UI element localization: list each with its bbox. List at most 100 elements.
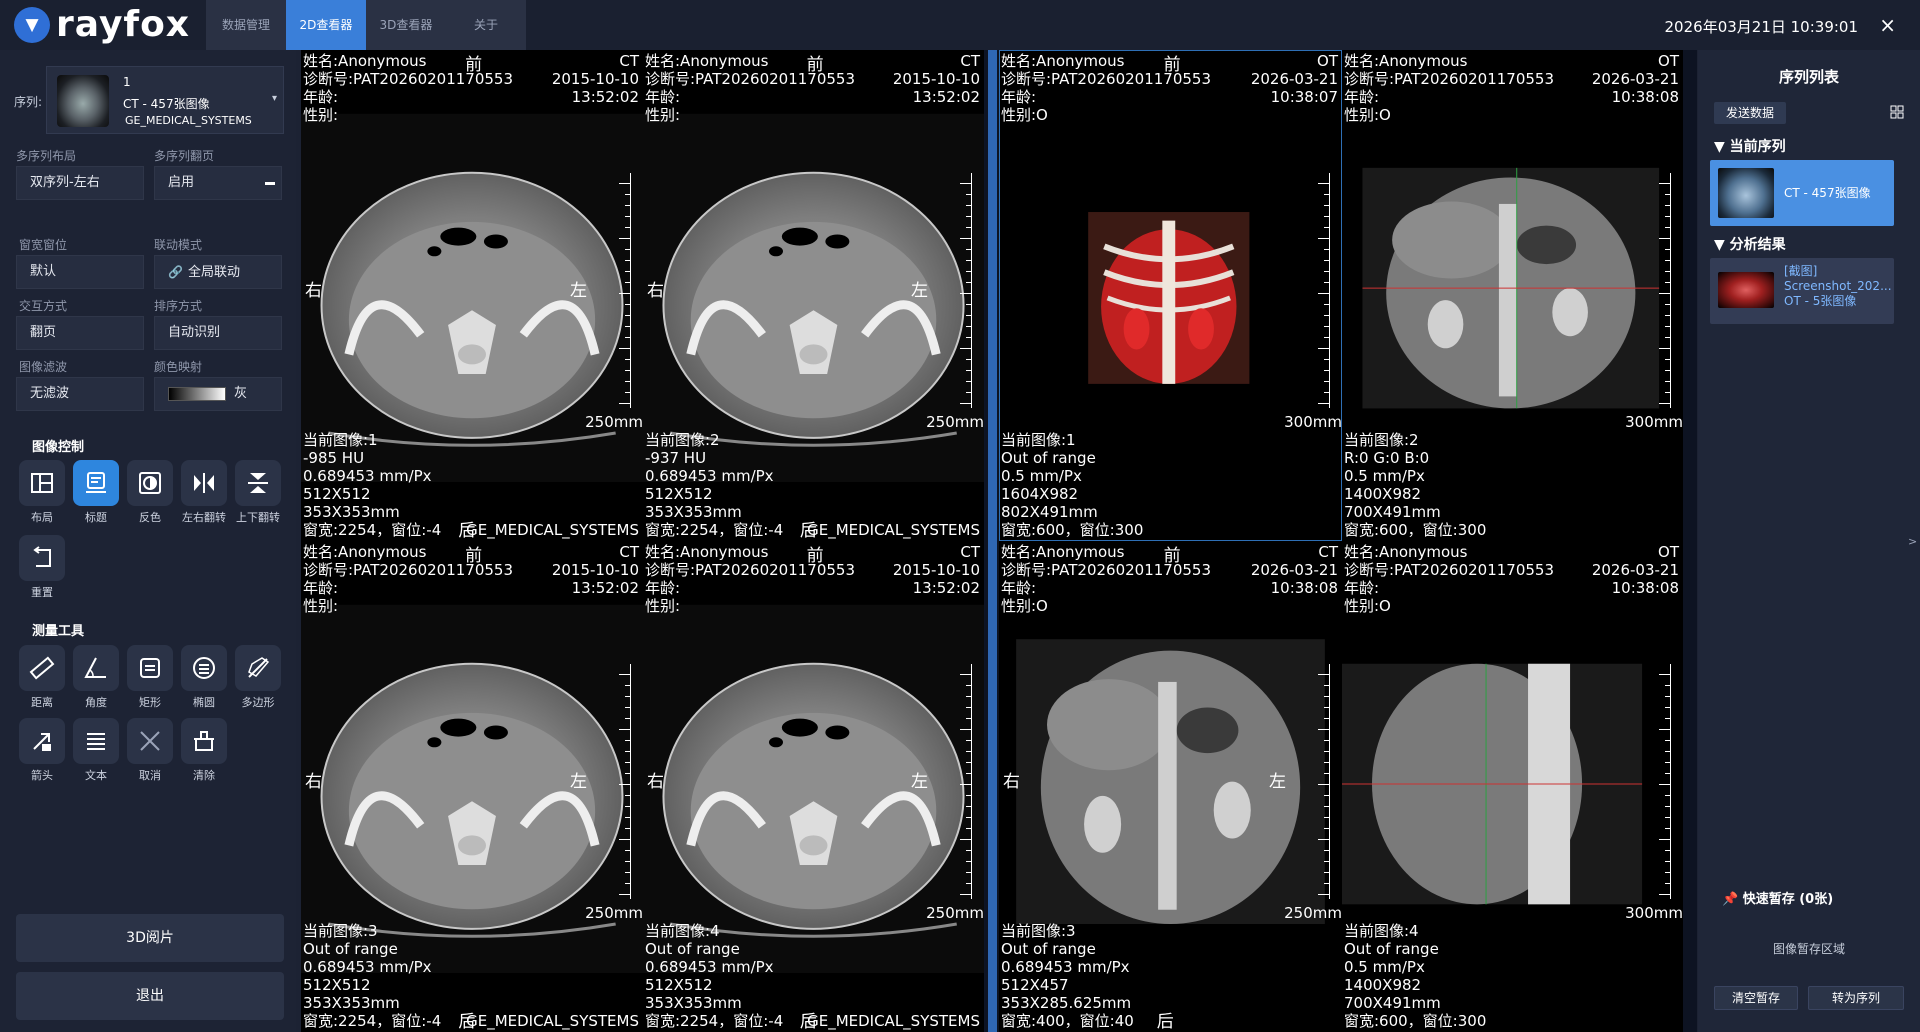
polygon-icon: [235, 645, 281, 691]
pixel-spacing: 0.5 mm/Px: [1344, 467, 1425, 485]
orientation-top: 前: [1163, 546, 1181, 566]
viewport-3[interactable]: 姓名:Anonymous 诊断号:PAT20260201170553 年龄: 性别:O…: [999, 50, 1342, 541]
text-icon: [73, 718, 119, 764]
scrollbar-thumb[interactable]: [988, 50, 997, 1032]
series-label: 序列:: [14, 95, 43, 109]
main-tabs: 数据管理 2D查看器 3D查看器 关于: [206, 0, 526, 50]
patient-age: 年龄:: [1344, 88, 1380, 106]
minus-icon: [265, 182, 275, 185]
pixel-value: -937 HU: [645, 449, 707, 467]
caption-button[interactable]: 标题: [73, 460, 119, 525]
tab-data-management[interactable]: 数据管理: [206, 0, 286, 50]
send-data-button[interactable]: 发送数据: [1714, 102, 1786, 124]
arrow-button[interactable]: 箭头: [19, 718, 65, 783]
quick-save[interactable]: 📌 快速暂存 (0张): [1722, 888, 1833, 907]
multi-layout-select[interactable]: 双序列-左右: [16, 166, 144, 200]
study-date: 2015-10-10: [892, 70, 980, 88]
viewport-5[interactable]: 姓名:Anonymous 诊断号:PAT20260201170553 年龄: 性别: C…: [301, 541, 643, 1032]
sort-label: 排序方式: [154, 299, 203, 313]
to-series-button[interactable]: 转为序列: [1808, 986, 1904, 1010]
rectangle-label: 矩形: [139, 696, 161, 709]
orientation-left: 右: [305, 280, 322, 301]
viewport-2[interactable]: 姓名:Anonymous 诊断号:PAT20260201170553 年龄: 性别: C…: [643, 50, 984, 541]
filter-label: 图像滤波: [19, 360, 68, 374]
manufacturer: GE_MEDICAL_SYSTEMS: [807, 1012, 980, 1030]
current-series-header[interactable]: ▼ 当前序列: [1714, 136, 1786, 156]
viewport-1[interactable]: 姓名:Anonymous 诊断号:PAT20260201170553 年龄: 性别: C…: [301, 50, 643, 541]
scale-label: 300mm: [1284, 413, 1342, 432]
invert-button[interactable]: 反色: [127, 460, 173, 525]
cancel-button[interactable]: 取消: [127, 718, 173, 783]
window-level: 窗宽:600，窗位:300: [1001, 521, 1144, 539]
overlay-top-right: CT 2015-10-10 13:52:02: [893, 543, 980, 597]
interact-label: 交互方式: [19, 299, 68, 313]
distance-button[interactable]: 距离: [19, 645, 65, 710]
rectangle-button[interactable]: 矩形: [127, 645, 173, 710]
pixel-spacing: 0.689453 mm/Px: [645, 467, 774, 485]
flip-horizontal-button[interactable]: 左右翻转: [181, 460, 227, 525]
app-root: ▼ rayfox 数据管理 2D查看器 3D查看器 关于 2026年03月21日…: [0, 0, 1920, 1032]
patient-sex: 性别:: [303, 597, 339, 615]
left-group-scrollbar[interactable]: [985, 50, 999, 1032]
pixel-spacing: 0.689453 mm/Px: [303, 467, 432, 485]
physical-size: 802X491mm: [1001, 503, 1098, 521]
pixel-value: R:0 G:0 B:0: [1344, 449, 1430, 467]
angle-button[interactable]: 角度: [73, 645, 119, 710]
filter-select[interactable]: 无滤波: [16, 377, 144, 411]
tab-3d-viewer[interactable]: 3D查看器: [366, 0, 446, 50]
tab-about[interactable]: 关于: [446, 0, 526, 50]
sort-select[interactable]: 自动识别: [154, 316, 282, 350]
layout-icon: [19, 460, 65, 506]
current-image: 当前图像:1: [1001, 431, 1076, 449]
right-group-scrollbar[interactable]: [1683, 50, 1697, 1032]
close-icon[interactable]: ×: [1879, 13, 1896, 37]
interact-select[interactable]: 翻页: [16, 316, 144, 350]
physical-size: 700X491mm: [1344, 503, 1441, 521]
series-dropdown[interactable]: 1 CT - 457张图像 GE_MEDICAL_SYSTEMS ▾: [46, 66, 284, 134]
overlay-top-right: CT 2026-03-21 10:38:08: [1251, 543, 1338, 597]
distance-label: 距离: [31, 696, 53, 709]
reset-button[interactable]: 重置: [19, 535, 65, 600]
window-level: 窗宽:600，窗位:300: [1344, 1012, 1487, 1030]
window-select[interactable]: 默认: [16, 255, 144, 289]
viewport-4[interactable]: 姓名:Anonymous 诊断号:PAT20260201170553 年龄: 性别:O…: [1342, 50, 1683, 541]
multi-page-label: 多序列翻页: [154, 149, 215, 163]
tab-2d-viewer[interactable]: 2D查看器: [286, 0, 366, 50]
multi-page-toggle[interactable]: 启用: [154, 166, 282, 200]
clear-icon: [181, 718, 227, 764]
grid-view-icon[interactable]: [1890, 104, 1904, 119]
caption-label: 标题: [85, 511, 107, 524]
collapse-arrow-icon[interactable]: >: [1908, 535, 1917, 548]
pixel-value: Out of range: [1001, 940, 1096, 958]
current-series-item[interactable]: CT - 457张图像: [1710, 160, 1894, 226]
ellipse-button[interactable]: 椭圆: [181, 645, 227, 710]
study-time: 10:38:08: [1270, 579, 1338, 597]
overlay-bottom-left: 当前图像:4 Out of range 0.689453 mm/Px 512X512 3…: [645, 922, 783, 1030]
overlay-top-right: CT 2015-10-10 13:52:02: [552, 52, 639, 106]
3d-reading-button[interactable]: 3D阅片: [16, 914, 284, 962]
current-series-label: CT - 457张图像: [1784, 186, 1871, 200]
flip-vertical-button[interactable]: 上下翻转: [235, 460, 281, 525]
matrix-size: 512X512: [645, 976, 713, 994]
clear-button[interactable]: 清除: [181, 718, 227, 783]
clear-saved-button[interactable]: 清空暂存: [1714, 986, 1798, 1010]
text-button[interactable]: 文本: [73, 718, 119, 783]
patient-sex: 性别:O: [1001, 597, 1048, 615]
colormap-select[interactable]: 灰: [154, 377, 282, 411]
layout-button[interactable]: 布局: [19, 460, 65, 525]
link-mode-button[interactable]: 🔗 全局联动: [154, 255, 282, 289]
study-date: 2015-10-10: [892, 561, 980, 579]
overlay-bottom-left: 当前图像:1 Out of range 0.5 mm/Px 1604X982 802X4…: [1001, 431, 1143, 539]
analysis-item[interactable]: [截图] Screenshot_202... OT - 5张图像: [1710, 258, 1894, 324]
viewport-6[interactable]: 姓名:Anonymous 诊断号:PAT20260201170553 年龄: 性别: C…: [643, 541, 984, 1032]
exit-button[interactable]: 退出: [16, 972, 284, 1020]
study-date: 2015-10-10: [551, 561, 639, 579]
scale-label: 300mm: [1625, 413, 1683, 432]
colormap-value: 灰: [234, 386, 248, 401]
viewport-7[interactable]: 姓名:Anonymous 诊断号:PAT20260201170553 年龄: 性别:O…: [999, 541, 1342, 1032]
viewport-8[interactable]: 姓名:Anonymous 诊断号:PAT20260201170553 年龄: 性别:O…: [1342, 541, 1683, 1032]
cancel-label: 取消: [139, 769, 161, 782]
analysis-header[interactable]: ▼ 分析结果: [1714, 234, 1786, 254]
polygon-button[interactable]: 多边形: [235, 645, 281, 710]
patient-age: 年龄:: [645, 88, 681, 106]
